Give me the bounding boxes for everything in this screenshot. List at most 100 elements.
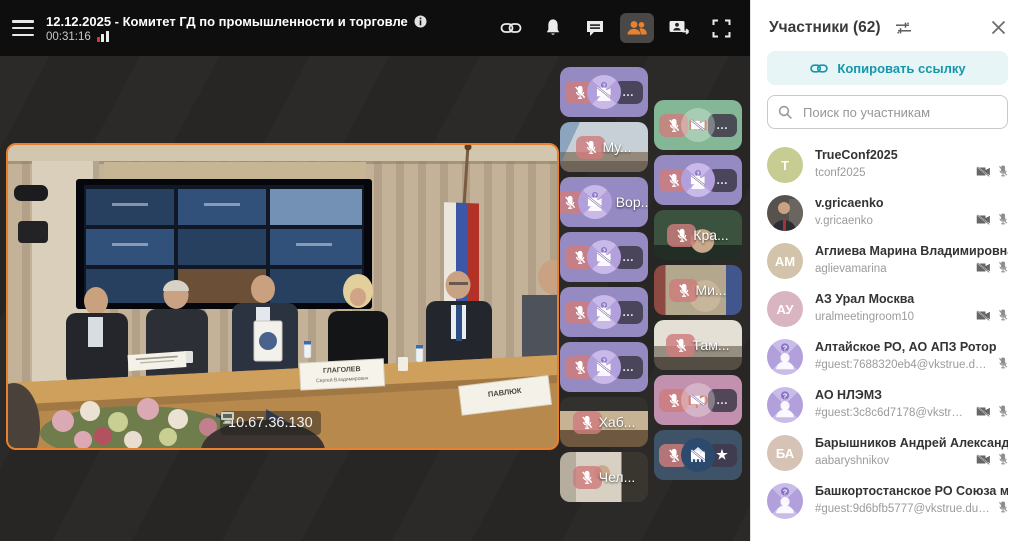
close-icon xyxy=(991,20,1006,35)
participant-info: АЗ Урал Москва uralmeetingroom10 xyxy=(815,292,1008,327)
menu-icon[interactable] xyxy=(12,20,34,36)
guest-avatar: ? xyxy=(681,163,715,197)
mic-muted-icon xyxy=(998,212,1008,231)
mic-muted-icon xyxy=(667,224,696,247)
participant-id: #guest:3c8c6d7178@vkstrue.d... xyxy=(815,407,969,419)
participants-filter-button[interactable] xyxy=(893,19,914,37)
participant-row[interactable]: ? АО НЛЭМЗ #guest:3c8c6d7178@vkstrue.d... xyxy=(751,381,1024,429)
participant-row[interactable]: ?Алтайское РО, АО АПЗ Ротор#guest:768832… xyxy=(751,333,1024,381)
video-thumbnail[interactable]: Ми... xyxy=(654,265,742,315)
camera-muted-icon xyxy=(976,164,991,182)
conference-title-block: 12.12.2025 - Комитет ГД по промышленност… xyxy=(46,14,482,43)
camera-muted-icon xyxy=(681,108,715,142)
video-thumbnail[interactable]: ?Вор... xyxy=(560,177,648,227)
participant-status-icons xyxy=(998,500,1008,519)
initials-avatar: ЦО xyxy=(681,383,715,417)
initials-avatar: КН xyxy=(681,108,715,142)
video-thumbnail[interactable]: ?… xyxy=(560,287,648,337)
participants-list: TTrueConf2025tconf2025 v.gricaenkov.grica… xyxy=(751,135,1024,541)
video-thumbnail[interactable]: ЦО… xyxy=(654,375,742,425)
participant-info: Башкортостанское РО Союза ма...#guest:9d… xyxy=(815,484,1008,519)
guest-avatar: ? xyxy=(767,387,803,423)
participant-subrow: uralmeetingroom10 xyxy=(815,308,1008,327)
camera-muted-icon xyxy=(976,212,991,230)
video-thumbnail[interactable]: Чел... xyxy=(560,452,648,502)
participant-search xyxy=(767,95,1008,129)
top-bar: 12.12.2025 - Комитет ГД по промышленност… xyxy=(0,0,750,56)
thumbnail-column-left: ?…Му...?Вор...?…?…?…Хаб...Чел... xyxy=(560,67,648,502)
participant-initials-avatar: АУ xyxy=(767,291,803,327)
guest-avatar: ? xyxy=(587,75,621,109)
participant-info: Барышников Андрей Александр...aabaryshni… xyxy=(815,436,1008,471)
notifications-button[interactable] xyxy=(536,13,570,43)
info-icon[interactable] xyxy=(414,15,427,28)
thumbnail-label: Там... xyxy=(692,337,729,353)
video-thumbnail[interactable]: Там... xyxy=(654,320,742,370)
participant-info: Аглиева Марина Владимировнаaglievamarina xyxy=(815,244,1008,279)
camera-muted-icon xyxy=(587,75,621,109)
copy-link-icon-button[interactable] xyxy=(494,13,528,43)
video-thumbnail[interactable]: ★ xyxy=(654,430,742,480)
video-thumbnail[interactable]: КН… xyxy=(654,100,742,150)
participant-row[interactable]: БА Барышников Андрей Александр...aabarysh… xyxy=(751,429,1024,477)
mic-muted-icon xyxy=(998,452,1008,471)
participant-name: АО НЛЭМЗ xyxy=(815,388,1008,402)
video-thumbnail[interactable]: Му... xyxy=(560,122,648,172)
participant-status-icons xyxy=(976,452,1008,471)
fullscreen-icon xyxy=(712,19,731,38)
participant-row[interactable]: v.gricaenkov.gricaenko xyxy=(751,189,1024,237)
mic-muted-icon xyxy=(998,260,1008,279)
participant-row[interactable]: TTrueConf2025tconf2025 xyxy=(751,141,1024,189)
participant-subrow: #guest:7688320eb4@vkstrue.dum... xyxy=(815,356,1008,375)
participant-photo-avatar xyxy=(767,195,803,231)
link-icon xyxy=(809,61,829,76)
participant-subrow: aabaryshnikov xyxy=(815,452,1008,471)
video-thumbnail[interactable]: ?… xyxy=(560,67,648,117)
thumbnail-overlay: ?… xyxy=(565,295,643,329)
video-thumbnail[interactable]: ?… xyxy=(560,232,648,282)
link-icon xyxy=(500,19,522,37)
participant-status-icons xyxy=(976,164,1008,183)
participant-name: АЗ Урал Москва xyxy=(815,292,1008,306)
participant-row[interactable]: АМ Аглиева Марина Владимировнаaglievamari… xyxy=(751,237,1024,285)
thumbnail-overlay: Кра... xyxy=(667,224,728,247)
svg-text:?: ? xyxy=(783,344,788,353)
endpoint-label: 10.67.36.130 xyxy=(220,411,321,435)
fullscreen-button[interactable] xyxy=(704,13,738,43)
present-button[interactable] xyxy=(662,13,696,43)
participant-status-icons xyxy=(976,404,1008,423)
video-thumbnail[interactable]: Кра... xyxy=(654,210,742,260)
participant-subrow: #guest:9d6bfb5777@vkstrue.duma... xyxy=(815,500,1008,519)
thumbnail-overlay: Хаб... xyxy=(573,411,636,434)
copy-link-button[interactable]: Копировать ссылку xyxy=(767,51,1008,85)
thumbnail-overlay: Ми... xyxy=(669,279,726,302)
video-thumbnail[interactable]: ?… xyxy=(654,155,742,205)
participant-info: v.gricaenkov.gricaenko xyxy=(815,196,1008,231)
camera-muted-icon xyxy=(587,240,621,274)
close-panel-button[interactable] xyxy=(989,18,1008,37)
participant-row[interactable]: ?Башкортостанское РО Союза ма...#guest:9… xyxy=(751,477,1024,525)
participant-row[interactable]: АУ АЗ Урал Москва uralmeetingroom10 xyxy=(751,285,1024,333)
participant-info: АО НЛЭМЗ #guest:3c8c6d7178@vkstrue.d... xyxy=(815,388,1008,423)
video-thumbnail[interactable]: Хаб... xyxy=(560,397,648,447)
camera-muted-icon xyxy=(976,404,991,422)
participant-status-icons xyxy=(976,260,1008,279)
search-icon xyxy=(778,105,793,120)
chat-button[interactable] xyxy=(578,13,612,43)
participant-initials-avatar: АМ xyxy=(767,243,803,279)
guest-avatar: ? xyxy=(767,339,803,375)
camera-muted-icon xyxy=(578,185,612,219)
search-input[interactable] xyxy=(801,104,997,121)
chat-icon xyxy=(585,19,605,38)
main-video-tile[interactable]: ГЛАГОЛЕВ Сергей Владимирович ПАВЛЮК xyxy=(6,143,559,450)
filter-sliders-icon xyxy=(895,21,912,35)
top-bar-actions xyxy=(494,13,738,43)
mic-muted-icon xyxy=(998,500,1008,519)
camera-muted-icon xyxy=(587,295,621,329)
participant-subrow: aglievamarina xyxy=(815,260,1008,279)
video-thumbnail[interactable]: ?… xyxy=(560,342,648,392)
participant-initials-avatar: БА xyxy=(767,435,803,471)
mic-muted-icon xyxy=(573,466,602,489)
camera-muted-icon xyxy=(587,350,621,384)
participants-button[interactable] xyxy=(620,13,654,43)
